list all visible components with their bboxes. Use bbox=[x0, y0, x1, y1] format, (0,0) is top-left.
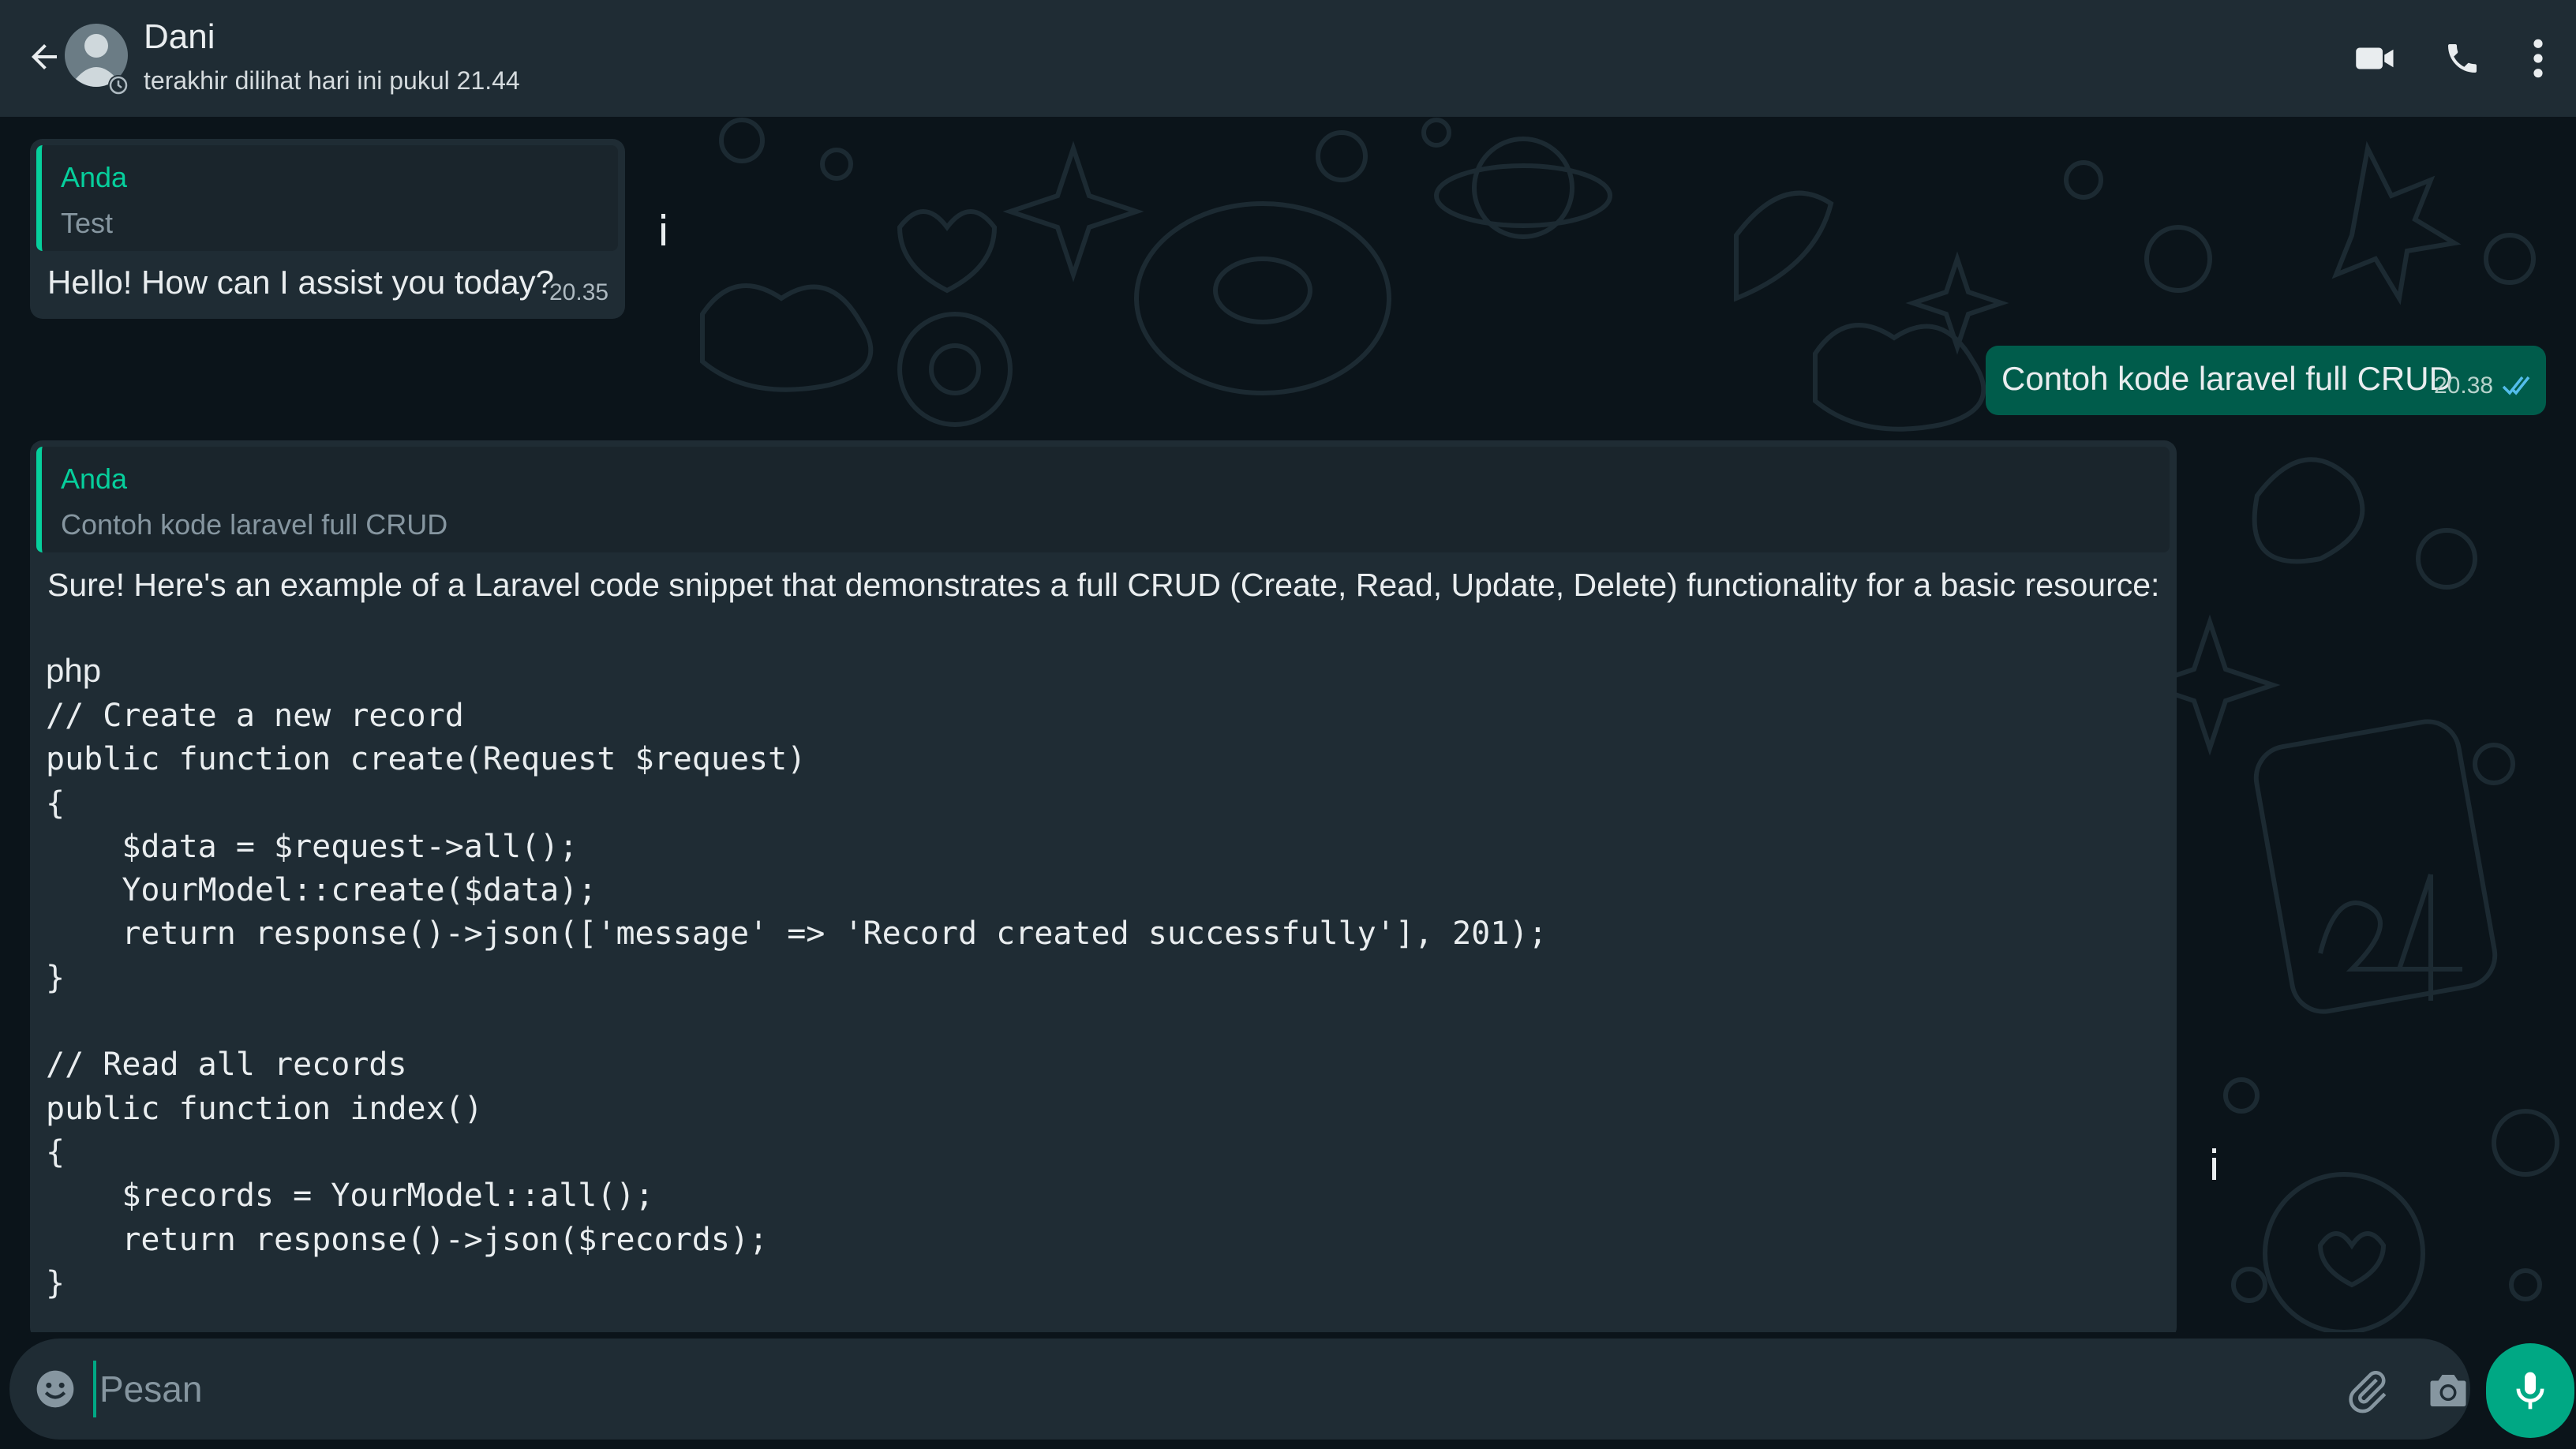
code-block: // Create a new record public function cr… bbox=[46, 695, 1547, 1305]
video-call-button[interactable] bbox=[2350, 33, 2401, 84]
quoted-text: Contoh kode laravel full CRUD bbox=[61, 508, 448, 541]
video-call-icon bbox=[2356, 47, 2394, 69]
back-button[interactable] bbox=[19, 32, 69, 82]
code-language-label: php bbox=[46, 652, 102, 689]
message-info-indicator[interactable] bbox=[651, 210, 675, 249]
code-line: // Read all records bbox=[46, 1046, 407, 1084]
voice-call-button[interactable] bbox=[2437, 33, 2488, 84]
attach-button[interactable] bbox=[2344, 1367, 2391, 1414]
voice-message-button[interactable] bbox=[2486, 1343, 2574, 1438]
code-line: return response()->json($records); bbox=[46, 1221, 769, 1258]
message-text: Hello! How can I assist you today? bbox=[47, 264, 554, 301]
message-input-container bbox=[9, 1339, 2470, 1440]
paperclip-icon bbox=[2349, 1371, 2387, 1413]
camera-button[interactable] bbox=[2424, 1367, 2472, 1414]
code-line: { bbox=[46, 784, 66, 822]
message-bubble-outgoing[interactable]: Contoh kode laravel full CRUD 20.38 bbox=[1986, 346, 2546, 415]
camera-icon bbox=[2430, 1375, 2466, 1406]
message-time: 20.35 bbox=[549, 279, 609, 305]
code-line: } bbox=[46, 1264, 66, 1301]
contact-last-seen: terakhir dilihat hari ini pukul 21.44 bbox=[144, 66, 520, 95]
quoted-text: Test bbox=[61, 207, 114, 239]
emoji-icon bbox=[36, 1370, 74, 1408]
composer-bar bbox=[0, 1332, 2576, 1449]
message-input[interactable] bbox=[93, 1361, 2309, 1417]
more-options-button[interactable] bbox=[2513, 33, 2563, 84]
arrow-left-icon bbox=[32, 44, 57, 69]
more-vertical-icon bbox=[2533, 39, 2543, 78]
code-line: { bbox=[46, 1133, 66, 1170]
quoted-author: Anda bbox=[61, 462, 128, 495]
message-time: 20.38 bbox=[2434, 373, 2494, 399]
microphone-icon bbox=[2516, 1372, 2544, 1410]
code-line: public function create(Request $request) bbox=[46, 741, 807, 778]
message-info-indicator[interactable] bbox=[2202, 1144, 2226, 1184]
quoted-message[interactable]: Anda Test bbox=[36, 145, 618, 251]
phone-icon bbox=[2448, 44, 2477, 73]
quoted-author: Anda bbox=[61, 161, 128, 193]
message-bubble-incoming[interactable]: Anda Test Hello! How can I assist you to… bbox=[30, 139, 625, 319]
code-line: // Create a new record bbox=[46, 698, 464, 734]
contact-avatar[interactable] bbox=[65, 19, 129, 96]
quoted-message[interactable]: Anda Contoh kode laravel full CRUD bbox=[36, 447, 2170, 552]
emoji-button[interactable] bbox=[33, 1367, 77, 1411]
whatsapp-chat-screen: Dani terakhir dilihat hari ini pukul 21.… bbox=[0, 0, 2576, 1449]
code-line: return response()->json(['message' => 'R… bbox=[46, 915, 1548, 953]
code-line: $records = YourModel::all(); bbox=[46, 1178, 654, 1215]
chat-header: Dani terakhir dilihat hari ini pukul 21.… bbox=[0, 0, 2576, 117]
code-line: YourModel::create($data); bbox=[46, 872, 597, 909]
message-text: Contoh kode laravel full CRUD bbox=[2001, 360, 2453, 397]
message-list[interactable]: Anda Test Hello! How can I assist you to… bbox=[0, 117, 2576, 1332]
double-check-read-icon bbox=[2502, 376, 2530, 395]
code-line: public function index() bbox=[46, 1090, 483, 1127]
code-line: } bbox=[46, 959, 66, 996]
code-line: $data = $request->all(); bbox=[46, 828, 578, 865]
contact-name[interactable]: Dani bbox=[144, 17, 215, 57]
message-intro-text: Sure! Here's an example of a Laravel cod… bbox=[47, 567, 2160, 603]
